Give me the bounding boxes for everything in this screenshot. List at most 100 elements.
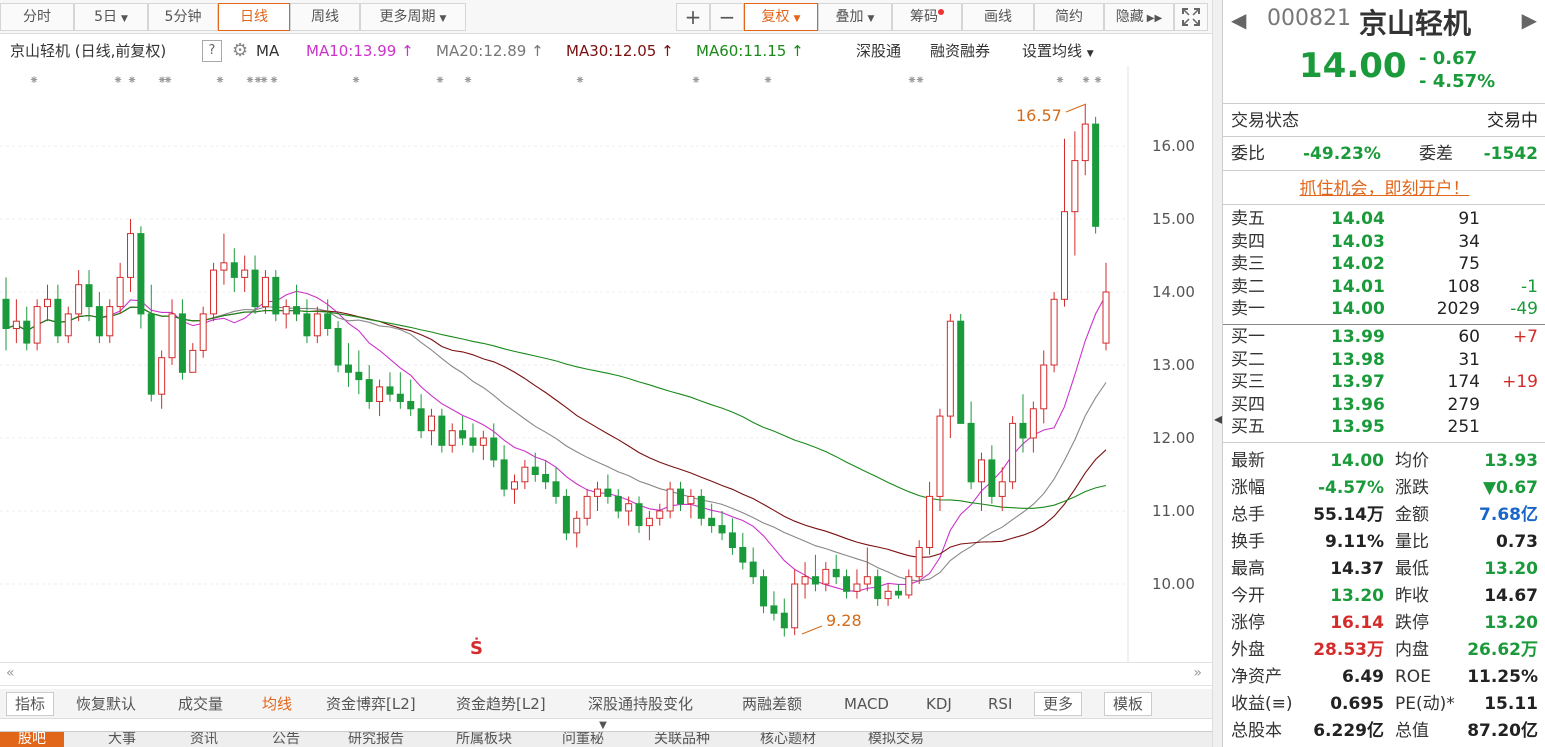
period-tab-5day[interactable]: 5日 ▼ — [74, 3, 148, 31]
period-tab-fenshi[interactable]: 分时 — [0, 3, 74, 31]
candlestick-chart[interactable]: ⁕ ⁕ ⁕ ⁕⁕ ⁕ ⁕⁕⁕ ⁕ ⁕ ⁕ ⁕ ⁕ ⁕ ⁕ ⁕⁕ ⁕ ⁕ ⁕ 16.00 15.00 14.00 13.… — [0, 66, 1212, 662]
period-tab-weekly[interactable]: 周线 — [290, 3, 360, 31]
bottom-tab-announce[interactable]: 公告 — [272, 732, 300, 747]
ask-row[interactable]: 卖五 14.04 91 — [1223, 208, 1545, 231]
stat-value: 55.14万 — [1313, 505, 1384, 525]
indicator-tab-macd[interactable]: MACD — [844, 689, 889, 719]
candle-body — [303, 313, 311, 337]
level-volume: 91 — [1458, 209, 1480, 229]
bottom-tab-research[interactable]: 研究报告 — [348, 732, 404, 747]
level-label: 买五 — [1231, 417, 1265, 438]
bottom-tab-concepts[interactable]: 核心题材 — [760, 732, 816, 747]
candle-body — [282, 306, 290, 315]
indicator-tab-template[interactable]: 模板 — [1104, 692, 1153, 716]
period-tab-more[interactable]: 更多周期 ▼ — [360, 3, 466, 31]
indicator-tab-zhibiao[interactable]: 指标 — [6, 692, 55, 716]
indicator-tab-more[interactable]: 更多 — [1034, 692, 1083, 716]
bid-row[interactable]: 买四 13.96 279 — [1223, 394, 1545, 417]
indicator-tab-ma[interactable]: 均线 — [262, 689, 292, 719]
event-marker-icon: ⁕ — [29, 73, 39, 87]
indicator-tabs: 指标 恢复默认 成交量 均线 资金博弈[L2] 资金趋势[L2] 深股通持股变化… — [0, 689, 1212, 719]
event-marker-icon: ⁕ — [1055, 73, 1065, 87]
indicator-tab-rsi[interactable]: RSI — [988, 689, 1012, 719]
bid-row[interactable]: 买三 13.97 174 +19 — [1223, 371, 1545, 394]
bottom-tab-qa[interactable]: 问董秘 — [562, 732, 604, 747]
event-marker-icon: ⁕ — [763, 73, 773, 87]
candle-body — [44, 298, 52, 308]
hide-button[interactable]: 隐藏 ▶▶ — [1104, 3, 1174, 31]
indicator-tab-fund-game[interactable]: 资金博弈[L2] — [326, 689, 416, 719]
candle-body — [1029, 408, 1037, 439]
chevron-down-icon: ▼ — [867, 14, 875, 24]
bid-row[interactable]: 买二 13.98 31 — [1223, 349, 1545, 372]
event-markers: ⁕ ⁕ ⁕ ⁕⁕ ⁕ ⁕⁕⁕ ⁕ ⁕ ⁕ ⁕ ⁕ ⁕ ⁕ ⁕⁕ ⁕ ⁕ ⁕ — [29, 73, 1103, 87]
candle-body — [811, 576, 819, 585]
dividend-s-marker[interactable]: Ṡ — [470, 637, 483, 659]
bid-row[interactable]: 买一 13.99 60 +7 — [1223, 326, 1545, 349]
bottom-tab-events[interactable]: 大事 — [108, 732, 136, 747]
candle-body — [656, 510, 664, 519]
chips-button[interactable]: 筹码 — [892, 3, 962, 31]
period-tab-5min[interactable]: 5分钟 — [148, 3, 218, 31]
event-marker-icon: ⁕ — [575, 73, 585, 87]
candle-body — [365, 379, 373, 403]
gear-icon[interactable]: ⚙ — [232, 36, 248, 66]
open-account-link[interactable]: 抓住机会，即刻开户！ — [1223, 174, 1545, 199]
bottom-tab-guba[interactable]: 股吧 — [0, 732, 64, 747]
level-label: 买一 — [1231, 327, 1265, 347]
next-stock-icon[interactable]: ▶ — [1522, 8, 1537, 32]
draw-button[interactable]: 画线 — [962, 3, 1034, 31]
candle-body — [407, 401, 415, 410]
candle-body — [625, 503, 633, 512]
stat-label: 昨收 — [1395, 586, 1429, 606]
ask-row[interactable]: 卖二 14.01 108 -1 — [1223, 276, 1545, 299]
level-label: 卖四 — [1231, 231, 1265, 252]
candle-body — [33, 306, 41, 344]
fullscreen-button[interactable] — [1174, 3, 1208, 31]
stat-value: 0.73 — [1496, 532, 1538, 552]
indicator-tab-reset[interactable]: 恢复默认 — [76, 689, 136, 719]
bottom-tab-news[interactable]: 资讯 — [190, 732, 218, 747]
ask-row[interactable]: 卖四 14.03 34 — [1223, 231, 1545, 254]
chart-scrollbar[interactable]: « » — [0, 662, 1212, 686]
level-label: 卖五 — [1231, 209, 1265, 229]
candle-body — [552, 481, 560, 497]
event-marker-icon: ⁕ — [163, 73, 173, 87]
collapse-handle-icon[interactable]: ▼ — [588, 720, 618, 731]
scroll-right-icon[interactable]: » — [1193, 665, 1202, 681]
bottom-tab-related[interactable]: 关联品种 — [654, 732, 710, 747]
candle-body — [843, 576, 851, 592]
ask-row[interactable]: 卖一 14.00 2029 -49 — [1223, 298, 1545, 321]
ask-row[interactable]: 卖三 14.02 75 — [1223, 253, 1545, 276]
zoom-in-button[interactable]: + — [676, 3, 710, 31]
prev-stock-icon[interactable]: ◀ — [1231, 8, 1246, 32]
link-margin[interactable]: 融资融券 — [930, 36, 990, 66]
level-price: 14.04 — [1331, 209, 1385, 229]
indicator-tab-hk-holding[interactable]: 深股通持股变化 — [588, 689, 693, 719]
trade-status-row: 交易状态 交易中 — [1223, 110, 1545, 133]
bottom-tab-sector[interactable]: 所属板块 — [456, 732, 512, 747]
indicator-tab-kdj[interactable]: KDJ — [926, 689, 952, 719]
level-price: 14.01 — [1331, 276, 1385, 297]
last-price: 14.00 — [1299, 46, 1407, 86]
panel-splitter[interactable]: ◀ — [1212, 0, 1223, 747]
price-change-pct: - 4.57% — [1419, 71, 1496, 92]
price-change: - 0.67 — [1419, 48, 1478, 69]
bid-row[interactable]: 买五 13.95 251 — [1223, 416, 1545, 439]
scroll-left-icon[interactable]: « — [6, 665, 15, 681]
indicator-tab-volume[interactable]: 成交量 — [178, 689, 223, 719]
set-ma-dropdown[interactable]: 设置均线 ▼ — [1022, 36, 1094, 69]
bottom-tab-sim-trade[interactable]: 模拟交易 — [868, 732, 924, 747]
simple-button[interactable]: 简约 — [1034, 3, 1104, 31]
link-shengutong[interactable]: 深股通 — [856, 36, 901, 66]
weibi-label: 委比 — [1231, 144, 1265, 164]
period-tab-daily[interactable]: 日线 — [218, 3, 290, 31]
zoom-out-button[interactable]: − — [710, 3, 744, 31]
adjust-button[interactable]: 复权 ▼ — [744, 3, 818, 31]
ma60-text: MA60:11.15 — [696, 42, 787, 60]
stat-value: 0.695 — [1330, 694, 1384, 714]
help-button[interactable]: ? — [202, 40, 222, 62]
indicator-tab-fund-trend[interactable]: 资金趋势[L2] — [456, 689, 546, 719]
indicator-tab-margin-diff[interactable]: 两融差额 — [742, 689, 802, 719]
overlay-button[interactable]: 叠加 ▼ — [818, 3, 892, 31]
